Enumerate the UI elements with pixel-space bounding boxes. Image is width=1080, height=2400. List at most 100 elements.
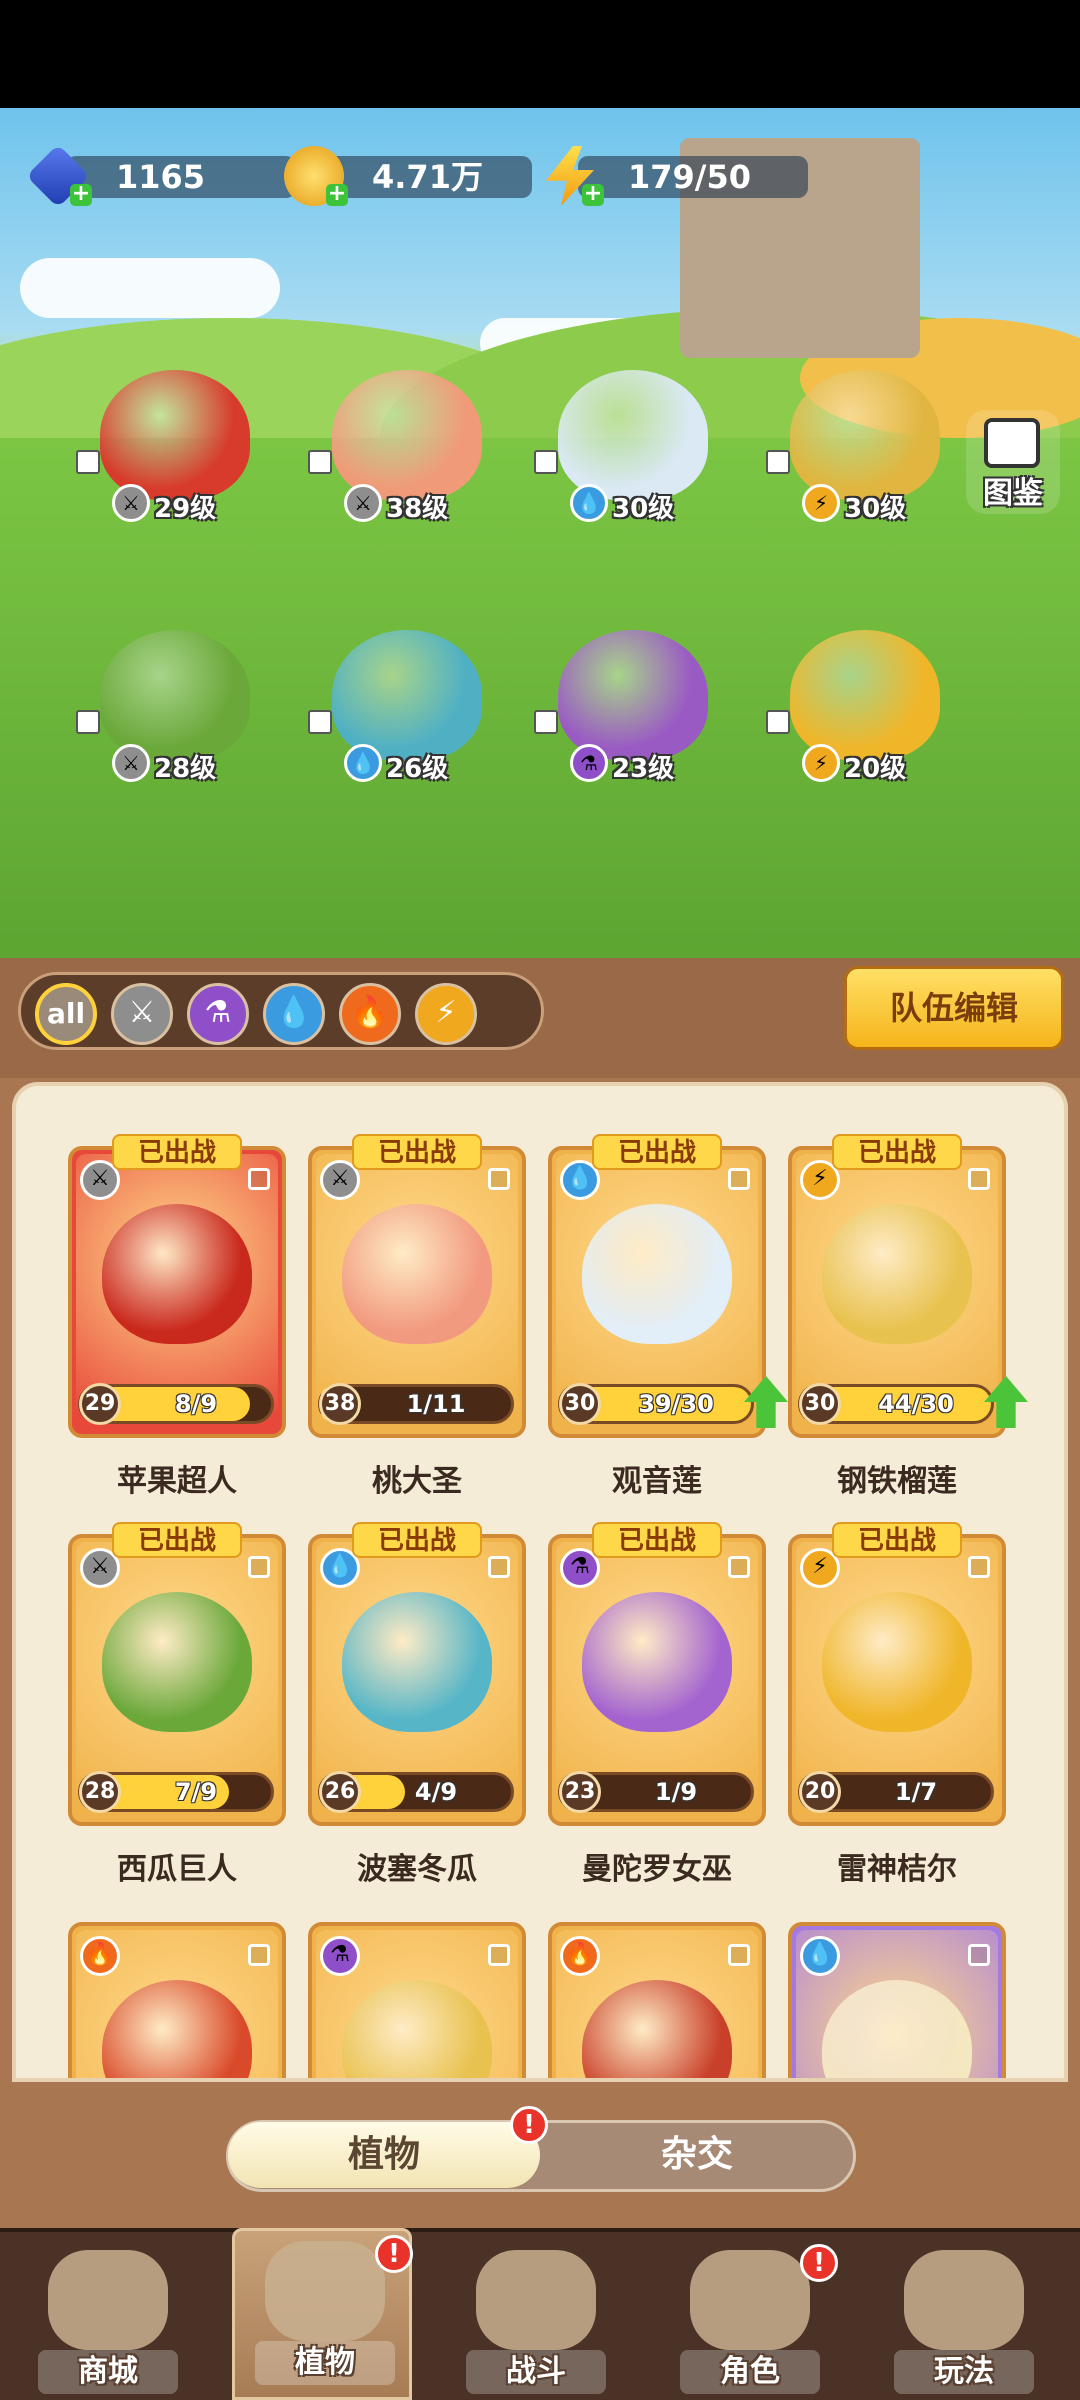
plant-card-name: 苹果超人 <box>117 1464 237 1499</box>
codex-label: 图鉴 <box>983 476 1043 511</box>
nav-alert-badge: ! <box>375 2235 413 2273</box>
card-level: 23 <box>559 1771 601 1813</box>
thunder-icon: ⚡ <box>802 744 840 782</box>
card-level: 20 <box>799 1771 841 1813</box>
formation-slot-icon <box>308 450 332 474</box>
card-level: 29 <box>79 1383 121 1425</box>
fragment-count: 1/7 <box>894 1778 938 1806</box>
fragment-progress-bar: 38 1/11 <box>318 1383 514 1425</box>
plant-sprite <box>790 370 940 500</box>
deployed-badge: 已出战 <box>592 1522 722 1558</box>
field-plant[interactable]: 💧 30级 <box>534 370 718 524</box>
card-level: 30 <box>559 1383 601 1425</box>
deployed-badge: 已出战 <box>112 1134 242 1170</box>
plants-tab-alert-badge: ! <box>510 2106 548 2144</box>
plant-card[interactable]: ⚔ 已出战 28 7/9 <box>68 1522 286 1826</box>
plant-sprite <box>332 630 482 760</box>
formation-slot-icon <box>248 1168 270 1190</box>
filter-water-icon[interactable]: 💧 <box>263 983 325 1045</box>
card-level: 30 <box>799 1383 841 1425</box>
field-plant[interactable]: ⚔ 29级 <box>76 370 260 524</box>
filter-all-button[interactable]: all <box>35 983 97 1045</box>
field-plant[interactable]: ⚗ 23级 <box>534 630 718 784</box>
plant-card[interactable]: ⚡ 已出战 20 1/7 <box>788 1522 1006 1826</box>
plant-portrait <box>822 1204 972 1344</box>
deployed-badge: 已出战 <box>352 1522 482 1558</box>
formation-slot-icon <box>534 710 558 734</box>
plant-card[interactable]: ⚗ <box>308 1922 526 2078</box>
formation-slot-icon <box>968 1168 990 1190</box>
plant-portrait <box>582 1980 732 2078</box>
plant-sprite <box>100 370 250 500</box>
fragment-progress-bar: 30 39/30 <box>558 1383 754 1425</box>
field-plant[interactable]: ⚡ 20级 <box>766 630 950 784</box>
fragment-progress-bar: 30 44/30 <box>798 1383 994 1425</box>
field-plant[interactable]: ⚔ 28级 <box>76 630 260 784</box>
plant-sprite <box>332 370 482 500</box>
tab-hybrid[interactable]: 杂交 <box>540 2122 854 2188</box>
formation-slot-icon <box>728 1556 750 1578</box>
plant-card-name: 桃大圣 <box>372 1464 462 1499</box>
formation-slot-icon <box>76 450 100 474</box>
fragment-count: 8/9 <box>174 1390 218 1418</box>
nav-plants[interactable]: 植物! <box>232 2228 413 2400</box>
field-plant[interactable]: ⚡ 30级 <box>766 370 950 524</box>
add-energy-icon[interactable]: + <box>582 183 604 206</box>
sword-icon: ⚔ <box>344 484 382 522</box>
plant-card[interactable]: ⚗ 已出战 23 1/9 <box>548 1522 766 1826</box>
plant-card[interactable]: ⚡ 已出战 30 44/30 <box>788 1134 1028 1438</box>
plant-card[interactable]: 💧 <box>788 1922 1006 2078</box>
field-plant[interactable]: 💧 26级 <box>308 630 492 784</box>
filter-thunder-icon[interactable]: ⚡ <box>415 983 477 1045</box>
plant-level: 28级 <box>154 754 217 784</box>
plant-card-grid[interactable]: ⚔ 已出战 29 8/9 苹果超人 ⚔ 已出战 38 1/11 桃大圣 💧 已出战 30 39/30 观音莲… <box>12 1082 1068 2082</box>
fragment-progress-bar: 28 7/9 <box>78 1771 274 1813</box>
nav-label: 玩法 <box>894 2350 1034 2394</box>
codex-icon <box>984 418 1040 468</box>
card-level: 26 <box>319 1771 361 1813</box>
nav-battle[interactable]: 战斗 <box>446 2240 626 2400</box>
plant-card-name: 钢铁榴莲 <box>837 1464 957 1499</box>
sword-icon: ⚔ <box>112 744 150 782</box>
plant-portrait <box>582 1592 732 1732</box>
status-bar <box>0 0 1080 108</box>
fragment-count: 44/30 <box>878 1390 954 1418</box>
plant-card-name: 西瓜巨人 <box>117 1852 237 1887</box>
plant-card[interactable]: 🔥 <box>548 1922 766 2078</box>
deployed-badge: 已出战 <box>112 1522 242 1558</box>
add-coins-icon[interactable]: + <box>326 183 348 206</box>
team-edit-button[interactable]: 队伍编辑 <box>844 966 1064 1050</box>
plant-card[interactable]: 🔥 <box>68 1922 286 2078</box>
poison-icon: ⚗ <box>320 1936 360 1976</box>
fragment-progress-bar: 26 4/9 <box>318 1771 514 1813</box>
formation-slot-icon <box>968 1944 990 1966</box>
plant-card-name: 雷神桔尔 <box>837 1852 957 1887</box>
plant-portrait <box>102 1592 252 1732</box>
cloud <box>20 258 280 318</box>
fragment-count: 39/30 <box>638 1390 714 1418</box>
formation-slot-icon <box>766 710 790 734</box>
add-gems-icon[interactable]: + <box>70 183 92 206</box>
plant-card[interactable]: 💧 已出战 30 39/30 <box>548 1134 788 1438</box>
filter-sword-icon[interactable]: ⚔ <box>111 983 173 1045</box>
filter-fire-icon[interactable]: 🔥 <box>339 983 401 1045</box>
tab-plants[interactable]: 植物 <box>228 2122 540 2188</box>
poison-icon: ⚗ <box>570 744 608 782</box>
plant-card[interactable]: ⚔ 已出战 38 1/11 <box>308 1134 526 1438</box>
thunder-icon: ⚡ <box>802 484 840 522</box>
fire-icon: 🔥 <box>560 1936 600 1976</box>
plant-card-name: 曼陀罗女巫 <box>582 1852 732 1887</box>
nav-gameplay[interactable]: 玩法 <box>874 2240 1054 2400</box>
character-icon <box>690 2250 810 2350</box>
water-icon: 💧 <box>800 1936 840 1976</box>
codex-button[interactable]: 图鉴 <box>966 410 1060 514</box>
formation-slot-icon <box>728 1944 750 1966</box>
filter-poison-icon[interactable]: ⚗ <box>187 983 249 1045</box>
nav-character[interactable]: 角色! <box>660 2240 840 2400</box>
plant-card[interactable]: 💧 已出战 26 4/9 <box>308 1522 526 1826</box>
field-plant[interactable]: ⚔ 38级 <box>308 370 492 524</box>
plant-card[interactable]: ⚔ 已出战 29 8/9 <box>68 1134 286 1438</box>
plant-portrait <box>102 1204 252 1344</box>
nav-shop[interactable]: 商城 <box>18 2240 198 2400</box>
formation-slot-icon <box>248 1944 270 1966</box>
